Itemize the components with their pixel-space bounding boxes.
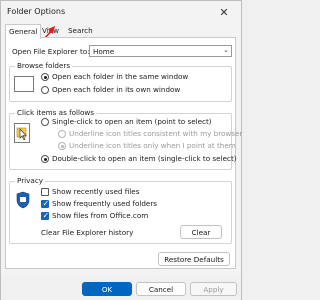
clear-history-label: Clear File Explorer history <box>41 228 134 237</box>
browse-folders-title: Browse folders <box>15 61 73 70</box>
restore-defaults-button[interactable]: Restore Defaults <box>158 252 230 266</box>
show-recent-label: Show recently used files <box>52 187 140 196</box>
double-click-label: Double-click to open an item (single-cli… <box>52 154 237 163</box>
privacy-title: Privacy <box>15 176 46 185</box>
privacy-group: Privacy Show recently used files Show fr… <box>9 176 232 244</box>
underline-browser-radio[interactable] <box>58 130 66 138</box>
tab-search[interactable]: Search <box>65 24 96 38</box>
single-click-radio[interactable] <box>41 118 49 126</box>
apply-button[interactable]: Apply <box>190 282 237 296</box>
clear-history-button[interactable]: Clear <box>180 225 222 239</box>
title-bar: Folder Options ✕ <box>1 1 241 23</box>
open-explorer-select[interactable]: Home ⌄ <box>89 45 232 57</box>
show-frequent-label: Show frequently used folders <box>52 199 158 208</box>
click-items-title: Click items as follows <box>15 108 97 117</box>
window-icon <box>14 76 34 92</box>
open-own-window-label: Open each folder in its own window <box>52 85 181 94</box>
cancel-button[interactable]: Cancel <box>136 282 186 296</box>
tab-general[interactable]: General <box>5 24 42 39</box>
underline-point-label: Underline icon titles only when I point … <box>69 141 236 150</box>
shield-icon <box>16 191 30 209</box>
click-items-group: Click items as follows Single-click to o… <box>9 108 242 170</box>
ok-button[interactable]: OK <box>82 282 132 296</box>
underline-point-radio[interactable] <box>58 142 66 150</box>
show-frequent-checkbox[interactable] <box>41 199 49 208</box>
close-icon[interactable]: ✕ <box>213 3 235 21</box>
open-same-window-radio[interactable] <box>41 73 49 81</box>
pointer-document-icon <box>14 123 30 143</box>
show-office-checkbox[interactable] <box>41 211 49 220</box>
browse-folders-group: Browse folders Open each folder in the s… <box>9 61 232 102</box>
underline-browser-label: Underline icon titles consistent with my… <box>69 129 243 138</box>
dialog-footer: OK Cancel Apply <box>1 277 241 300</box>
chevron-down-icon: ⌄ <box>223 46 229 54</box>
window-title: Folder Options <box>7 7 66 16</box>
show-office-label: Show files from Office.com <box>52 211 149 220</box>
open-explorer-label: Open File Explorer to: <box>12 47 90 56</box>
double-click-radio[interactable] <box>41 155 49 163</box>
open-same-window-label: Open each folder in the same window <box>52 72 189 81</box>
show-recent-checkbox[interactable] <box>41 188 49 196</box>
folder-options-dialog: Folder Options ✕ General View Search Ope… <box>0 0 242 300</box>
general-tab-panel: Open File Explorer to: Home ⌄ Browse fol… <box>5 37 242 269</box>
open-own-window-radio[interactable] <box>41 86 49 94</box>
single-click-label: Single-click to open an item (point to s… <box>52 117 212 126</box>
open-explorer-value: Home <box>93 47 115 56</box>
